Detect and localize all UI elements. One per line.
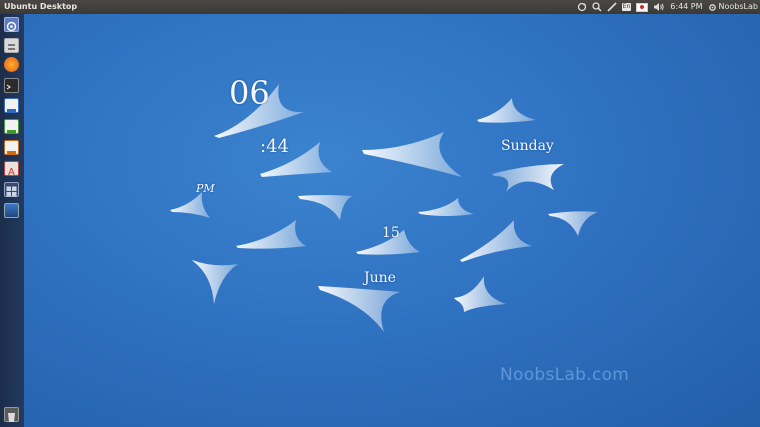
pen-icon[interactable]	[607, 0, 617, 14]
terminal-icon[interactable]	[4, 78, 19, 93]
workspace-switcher-icon[interactable]	[4, 182, 19, 197]
search-icon[interactable]	[592, 0, 602, 14]
bird-shape	[477, 98, 536, 123]
clock-date: 15	[382, 225, 400, 241]
svg-text:A: A	[8, 167, 15, 177]
firefox-icon[interactable]	[4, 57, 19, 72]
session-menu[interactable]: NoobsLab	[708, 0, 758, 14]
clock-meridiem: PM	[196, 182, 215, 195]
bird-shape	[492, 164, 564, 192]
trash-icon[interactable]	[4, 407, 19, 422]
bird-shape	[236, 220, 306, 249]
indicator-area: En 6:44 PM NoobsLab	[577, 0, 758, 14]
session-user-label: NoobsLab	[718, 2, 758, 11]
bird-shape	[548, 211, 598, 236]
sync-indicator-icon[interactable]	[577, 0, 587, 14]
clock-indicator[interactable]: 6:44 PM	[670, 0, 702, 14]
bird-shape	[318, 286, 400, 332]
bird-shape	[192, 260, 238, 304]
launcher: A	[0, 14, 24, 427]
flag-icon[interactable]	[636, 0, 649, 14]
keyboard-layout-indicator[interactable]: En	[621, 0, 632, 14]
gear-icon	[708, 3, 716, 11]
desktop-icon[interactable]	[4, 203, 19, 218]
watermark-text: NoobsLab.com	[500, 365, 630, 385]
bird-artwork	[170, 84, 598, 332]
volume-icon[interactable]	[653, 0, 665, 14]
clock-minute: :44	[260, 136, 289, 157]
bird-shape	[454, 276, 506, 312]
clock-day: Sunday	[501, 138, 554, 154]
bird-shape	[460, 220, 532, 262]
bird-shape	[362, 132, 462, 177]
window-title: Ubuntu Desktop	[4, 2, 78, 11]
top-panel: Ubuntu Desktop En 6:44 PM NoobsLab	[0, 0, 760, 14]
dash-home-icon[interactable]	[4, 17, 19, 32]
bird-shape	[418, 198, 474, 216]
libreoffice-calc-icon[interactable]	[4, 119, 19, 134]
bird-shape	[298, 195, 352, 220]
bird-shape	[170, 192, 210, 218]
desktop-wallpaper: 06 :44 PM Sunday 15 June	[24, 14, 760, 427]
software-center-icon[interactable]: A	[4, 161, 19, 178]
files-icon[interactable]	[4, 38, 19, 53]
libreoffice-impress-icon[interactable]	[4, 140, 19, 155]
clock-month: June	[364, 270, 396, 286]
libreoffice-writer-icon[interactable]	[4, 98, 19, 113]
clock-hour: 06	[229, 74, 270, 112]
